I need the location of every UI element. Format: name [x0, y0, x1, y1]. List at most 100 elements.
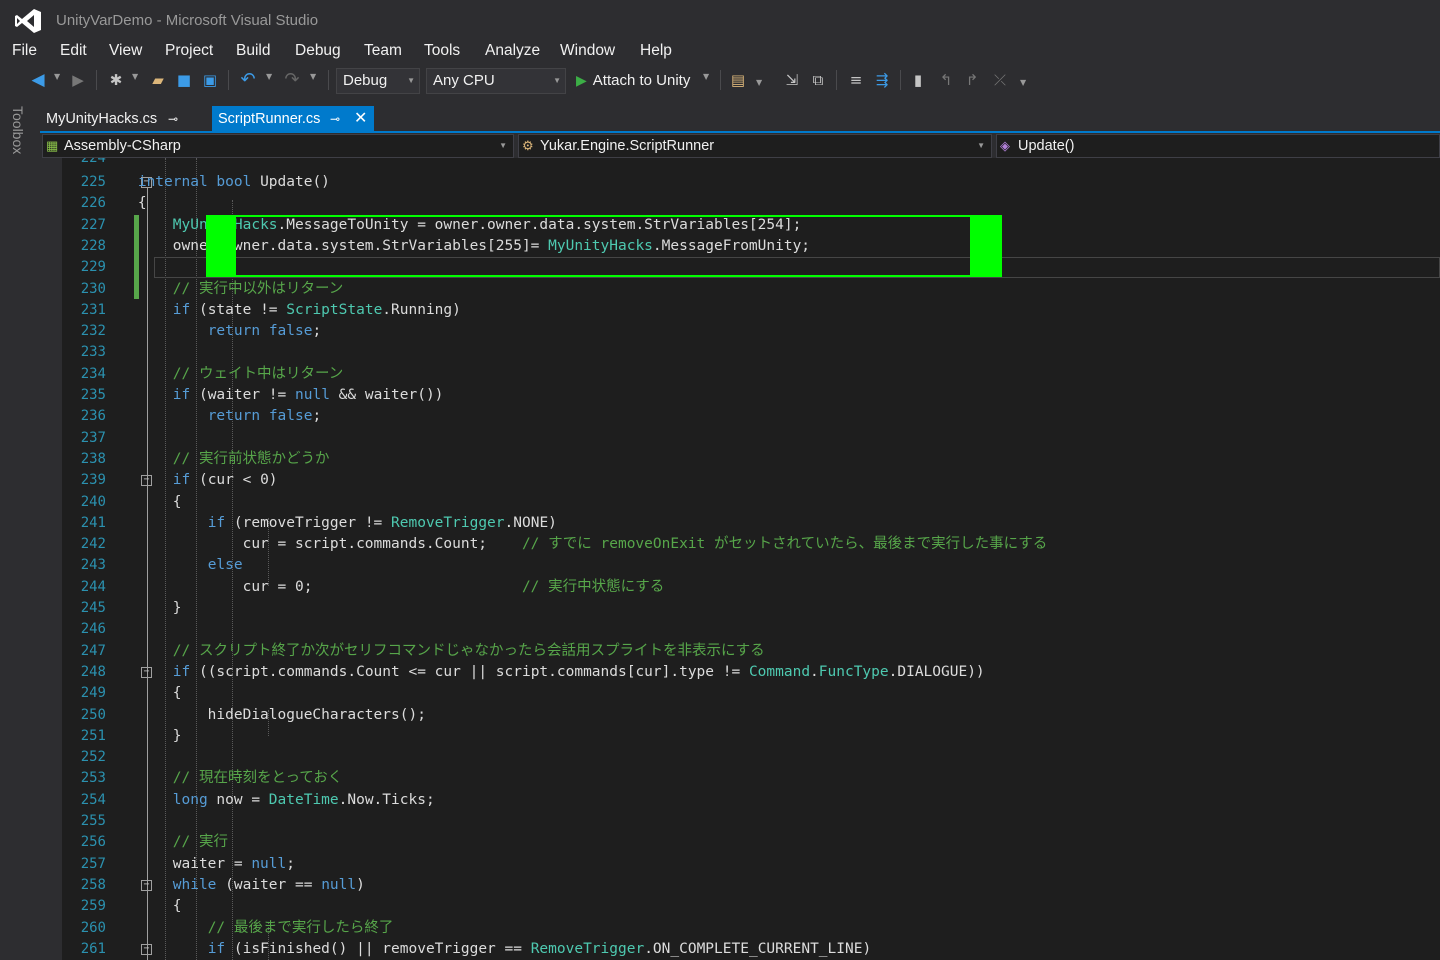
toolbar-overflow-icon[interactable]: ▼: [1020, 78, 1028, 87]
code-line[interactable]: 255: [40, 811, 1440, 832]
type-dropdown[interactable]: ⚙ Yukar.Engine.ScriptRunner ▼: [518, 134, 992, 158]
code-line[interactable]: 248− if ((script.commands.Count <= cur |…: [40, 662, 1440, 683]
clear-bookmarks-icon[interactable]: ⤫: [990, 70, 1010, 90]
code-token: ;: [312, 408, 322, 425]
code-token: now =: [207, 791, 269, 808]
uncomment-lines-icon[interactable]: ⇶: [872, 70, 892, 90]
code-token: ;: [286, 855, 295, 872]
toolbox-label[interactable]: Toolbox: [10, 106, 26, 154]
menu-view[interactable]: View: [109, 42, 142, 60]
next-bookmark-icon[interactable]: ↱: [962, 70, 982, 90]
save-icon[interactable]: ■: [174, 70, 194, 90]
solution-platform-combo[interactable]: Any CPU ▼: [426, 68, 566, 94]
code-line[interactable]: 258− while (waiter == null): [40, 875, 1440, 896]
step-into-icon[interactable]: ⇲: [782, 70, 802, 90]
code-line[interactable]: 232 return false;: [40, 321, 1440, 342]
code-line[interactable]: 247 // スクリプト終了か次がセリフコマンドじゃなかったら会話用スプライトを…: [40, 641, 1440, 662]
navigate-forward-icon[interactable]: ▶: [68, 70, 88, 90]
code-line[interactable]: 244 cur = 0; // 実行中状態にする: [40, 577, 1440, 598]
code-line[interactable]: 230 // 実行中以外はリターン: [40, 279, 1440, 300]
menu-analyze[interactable]: Analyze: [485, 42, 540, 60]
code-line[interactable]: 237: [40, 428, 1440, 449]
pin-icon[interactable]: ⊸: [168, 106, 178, 132]
code-comment: // スクリプト終了か次がセリフコマンドじゃなかったら会話用スプライトを非表示に…: [172, 642, 765, 659]
redo-dropdown-icon[interactable]: ▼: [310, 72, 318, 81]
toolbox-panel[interactable]: Toolbox: [0, 100, 40, 960]
chevron-down-icon: ▼: [977, 141, 985, 150]
code-line[interactable]: 231 if (state != ScriptState.Running): [40, 300, 1440, 321]
code-editor[interactable]: 224 225− internal bool Update() 226 {227 …: [40, 158, 1440, 960]
code-line[interactable]: 236 return false;: [40, 406, 1440, 427]
code-line[interactable]: 241 if (removeTrigger != RemoveTrigger.N…: [40, 513, 1440, 534]
redo-icon[interactable]: ↷: [282, 70, 302, 90]
code-line[interactable]: 233: [40, 342, 1440, 363]
navigate-back-dropdown-icon[interactable]: ▼: [54, 72, 62, 81]
undo-icon[interactable]: ↶: [238, 70, 258, 90]
code-keyword: if: [207, 940, 226, 957]
member-dropdown[interactable]: ◈ Update(): [996, 134, 1440, 158]
menu-help[interactable]: Help: [640, 42, 672, 60]
find-in-files-icon[interactable]: ▤: [728, 70, 748, 90]
new-project-icon[interactable]: ✱: [106, 70, 126, 90]
code-line[interactable]: 226 {: [40, 193, 1440, 214]
code-line[interactable]: 238 // 実行前状態かどうか: [40, 449, 1440, 470]
tab-scriptrunner[interactable]: ScriptRunner.cs ⊸ ✕: [212, 106, 374, 132]
code-line[interactable]: 235 if (waiter != null && waiter()): [40, 385, 1440, 406]
code-line[interactable]: 250 hideDialogueCharacters();: [40, 705, 1440, 726]
new-project-dropdown-icon[interactable]: ▼: [132, 72, 140, 81]
code-line[interactable]: 259 {: [40, 896, 1440, 917]
menu-tools[interactable]: Tools: [424, 42, 460, 60]
navigate-back-icon[interactable]: ◀: [28, 70, 48, 90]
attach-to-unity-button[interactable]: ▶ Attach to Unity: [576, 72, 690, 94]
code-line[interactable]: 243 else: [40, 555, 1440, 576]
code-line[interactable]: 254 long now = DateTime.Now.Ticks;: [40, 790, 1440, 811]
code-line[interactable]: 239− if (cur < 0): [40, 470, 1440, 491]
code-line[interactable]: 240 {: [40, 492, 1440, 513]
code-text: return false;: [68, 321, 322, 342]
code-text: return false;: [68, 406, 322, 427]
code-line[interactable]: 234 // ウェイト中はリターン: [40, 364, 1440, 385]
code-token: .: [810, 663, 819, 680]
solution-configuration-combo[interactable]: Debug ▼: [336, 68, 420, 94]
project-dropdown[interactable]: ▦ Assembly-CSharp ▼: [42, 134, 514, 158]
menu-file[interactable]: File: [12, 42, 37, 60]
code-line[interactable]: 249 {: [40, 683, 1440, 704]
menu-project[interactable]: Project: [165, 42, 213, 60]
code-line[interactable]: 242 cur = script.commands.Count; // すでに …: [40, 534, 1440, 555]
menu-team[interactable]: Team: [364, 42, 402, 60]
title-bar: UnityVarDemo - Microsoft Visual Studio: [0, 0, 1440, 42]
close-icon[interactable]: ✕: [354, 106, 367, 132]
menu-window[interactable]: Window: [560, 42, 615, 60]
menu-build[interactable]: Build: [236, 42, 270, 60]
code-line[interactable]: 246: [40, 619, 1440, 640]
code-line[interactable]: 225− internal bool Update(): [40, 172, 1440, 193]
code-line[interactable]: 251 }: [40, 726, 1440, 747]
find-dropdown-icon[interactable]: ▼: [756, 78, 764, 87]
attach-dropdown-icon[interactable]: ▼: [703, 72, 711, 81]
pin-icon[interactable]: ⊸: [330, 106, 340, 132]
comment-lines-icon[interactable]: ≡: [846, 70, 866, 90]
undo-dropdown-icon[interactable]: ▼: [266, 72, 274, 81]
project-name: Assembly-CSharp: [64, 138, 181, 154]
open-file-icon[interactable]: ▰: [148, 70, 168, 90]
code-line[interactable]: 245 }: [40, 598, 1440, 619]
code-line[interactable]: 253 // 現在時刻をとっておく: [40, 768, 1440, 789]
code-line[interactable]: 252: [40, 747, 1440, 768]
tab-myunityhacks[interactable]: MyUnityHacks.cs ⊸: [40, 106, 206, 132]
line-number: 229: [80, 259, 106, 276]
code-line[interactable]: 260 // 最後まで実行したら終了: [40, 918, 1440, 939]
code-keyword: null: [295, 387, 330, 403]
code-text: }: [68, 726, 182, 747]
menu-debug[interactable]: Debug: [295, 42, 341, 60]
step-over-icon[interactable]: ⧉: [808, 70, 828, 90]
bookmark-icon[interactable]: ▮: [908, 70, 928, 90]
code-line[interactable]: 256 // 実行: [40, 832, 1440, 853]
previous-bookmark-icon[interactable]: ↰: [936, 70, 956, 90]
menu-edit[interactable]: Edit: [60, 42, 87, 60]
code-line[interactable]: 257 waiter = null;: [40, 854, 1440, 875]
code-comment: // 実行: [172, 834, 228, 851]
chevron-down-icon: ▼: [499, 141, 507, 150]
save-all-icon[interactable]: ▣: [200, 70, 220, 90]
code-line[interactable]: 261− if (isFinished() || removeTrigger =…: [40, 939, 1440, 960]
